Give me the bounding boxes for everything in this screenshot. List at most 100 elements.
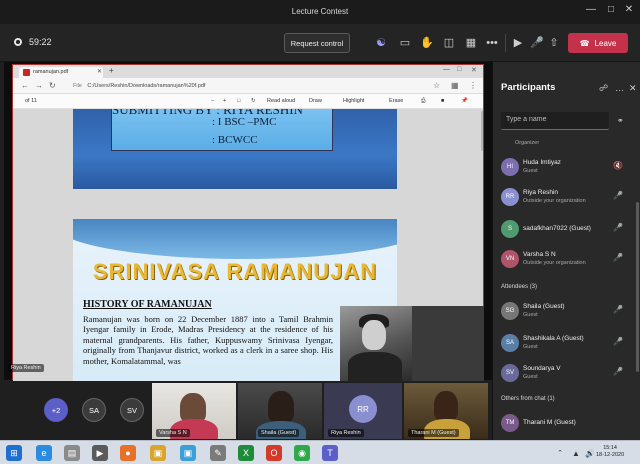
other-avatar: TM: [501, 414, 519, 432]
others-section-header[interactable]: Others from chat (1): [501, 396, 555, 402]
print-icon[interactable]: ⎙: [421, 98, 425, 105]
participant-search-input[interactable]: Type a name: [501, 112, 609, 130]
leave-button[interactable]: ☎ Leave: [568, 33, 628, 53]
video-tile-riya[interactable]: RR Riya Reshin: [324, 383, 402, 439]
phone-icon: ☎: [579, 38, 590, 48]
attendee-row[interactable]: SV Soundarya V Guest 🎤: [493, 360, 640, 386]
chat-icon[interactable]: ▭: [398, 36, 412, 50]
microphone-icon[interactable]: 🎤: [530, 36, 544, 50]
new-tab-icon[interactable]: +: [109, 66, 114, 75]
window-title: Lecture Contest: [291, 7, 349, 16]
collections-icon[interactable]: ▦: [451, 81, 459, 90]
start-icon[interactable]: ⊞: [6, 445, 22, 461]
attendee-avatar: SG: [501, 302, 519, 320]
share-tray-icon[interactable]: ⇧: [547, 36, 561, 50]
browser-maximize-icon[interactable]: □: [457, 66, 461, 73]
fit-page-icon[interactable]: □: [237, 98, 240, 104]
more-actions-icon[interactable]: •••: [485, 36, 499, 50]
read-aloud-button[interactable]: Read aloud: [267, 98, 295, 104]
rooms-icon[interactable]: ◫: [442, 36, 456, 50]
close-icon[interactable]: ✕: [622, 4, 636, 15]
minimize-icon[interactable]: —: [584, 4, 598, 15]
slide-title-page: SUBMITTING BY : RIYA RESHIN : I BSC –PMC…: [73, 109, 397, 189]
panel-close-icon[interactable]: ✕: [629, 83, 637, 94]
store-icon[interactable]: ▣: [180, 445, 196, 461]
favorites-icon[interactable]: ☆: [433, 81, 440, 90]
apps-icon[interactable]: ▦: [464, 36, 478, 50]
paint-icon[interactable]: ✎: [210, 445, 226, 461]
page-indicator: of 11: [25, 98, 37, 104]
slide-title: SRINIVASA RAMANUJAN: [92, 259, 378, 284]
pdf-scrollbar[interactable]: [481, 111, 483, 151]
tray-chevron-icon[interactable]: ⌃: [552, 445, 568, 461]
participant-avatar: VN: [501, 250, 519, 268]
participant-video: [434, 391, 458, 421]
portrait-face: [362, 320, 386, 350]
back-icon[interactable]: ←: [21, 81, 29, 90]
camera-icon[interactable]: ▶: [511, 36, 525, 50]
participant-avatar: S: [501, 220, 519, 238]
attendees-section-header[interactable]: Attendees (3): [501, 284, 537, 290]
refresh-icon[interactable]: ↻: [49, 81, 56, 90]
save-icon[interactable]: ■: [441, 98, 444, 104]
video-tile-varsha[interactable]: Varsha S N: [152, 383, 236, 439]
avatar-bubble-sa[interactable]: SA: [82, 398, 106, 422]
browser-menu-icon[interactable]: ⋮: [469, 81, 477, 90]
browser-address-bar: ← → ↻ File C:/Users/Reshin/Downloads/ram…: [13, 78, 483, 94]
forward-icon[interactable]: →: [35, 81, 43, 90]
address-field[interactable]: File C:/Users/Reshin/Downloads/ramanujan…: [73, 81, 413, 91]
chrome-icon[interactable]: ◉: [294, 445, 310, 461]
draw-button[interactable]: Draw: [309, 98, 322, 104]
other-participant-row[interactable]: TM Tharani M (Guest): [493, 410, 640, 436]
attendee-avatar: SV: [501, 364, 519, 382]
video-tile-tharani[interactable]: Tharani M (Guest): [404, 383, 488, 439]
avatar-bubble-sv[interactable]: SV: [120, 398, 144, 422]
participants-icon[interactable]: ☯: [374, 36, 388, 50]
media-icon[interactable]: ▶: [92, 445, 108, 461]
teams-meeting-window: Lecture Contest — □ ✕ 59:22 Request cont…: [0, 0, 640, 464]
excel-icon[interactable]: X: [238, 445, 254, 461]
video-name-tag: Varsha S N: [156, 429, 190, 437]
file-scheme-label: File: [73, 83, 82, 89]
participant-row[interactable]: RR Riya Reshin Outside your organization…: [493, 184, 640, 210]
file-explorer-icon[interactable]: ▣: [150, 445, 166, 461]
raise-hand-icon[interactable]: ✋: [420, 36, 434, 50]
maximize-icon[interactable]: □: [604, 4, 618, 15]
slide-heading: HISTORY OF RAMANUJAN: [83, 299, 212, 310]
attendee-row[interactable]: SG Shaila (Guest) Guest 🎤: [493, 298, 640, 324]
attendee-row[interactable]: SA Shashikala A (Guest) Guest 🎤: [493, 330, 640, 356]
mic-icon: 🎤: [613, 253, 623, 262]
panel-more-icon[interactable]: …: [615, 83, 624, 93]
rotate-icon[interactable]: ↻: [251, 98, 256, 104]
edge-legacy-icon[interactable]: e: [36, 445, 52, 461]
request-control-button[interactable]: Request control: [284, 33, 350, 53]
attendee-status: Guest: [523, 344, 538, 350]
participant-row[interactable]: HI Huda Imtiyaz Guest 🔇: [493, 154, 640, 180]
browser-close-icon[interactable]: ✕: [471, 66, 477, 74]
browser-tab[interactable]: ramanujan.pdf ✕: [19, 67, 103, 78]
attendee-name: Shashikala A (Guest): [523, 335, 584, 342]
attendee-status: Guest: [523, 312, 538, 318]
tab-close-icon[interactable]: ✕: [97, 68, 102, 75]
taskbar-clock[interactable]: 15:14 18-12-2020: [596, 445, 624, 459]
search-options-icon[interactable]: ⚭: [617, 116, 624, 125]
mic-icon: 🎤: [613, 305, 623, 314]
meeting-timer: 59:22: [14, 37, 52, 47]
zoom-in-icon[interactable]: +: [223, 98, 226, 104]
firefox-icon[interactable]: ●: [120, 445, 136, 461]
panel-scrollbar[interactable]: [636, 202, 639, 372]
zoom-out-icon[interactable]: −: [211, 98, 214, 104]
file-icon[interactable]: ▤: [64, 445, 80, 461]
video-tile-shaila[interactable]: Shaila (Guest): [238, 383, 322, 439]
browser-minimize-icon[interactable]: —: [443, 66, 450, 73]
opera-icon[interactable]: O: [266, 445, 282, 461]
erase-button[interactable]: Erase: [389, 98, 403, 104]
highlight-button[interactable]: Highlight: [343, 98, 364, 104]
participant-row[interactable]: VN Varsha S N Outside your organization …: [493, 246, 640, 272]
mic-icon: 🎤: [613, 367, 623, 376]
teams-icon[interactable]: T: [322, 445, 338, 461]
participant-row[interactable]: S sadafkhan7022 (Guest) 🎤: [493, 216, 640, 242]
overflow-count-bubble[interactable]: +2: [44, 398, 68, 422]
share-invite-icon[interactable]: ☍: [599, 83, 608, 94]
pin-icon[interactable]: 📌: [461, 98, 468, 104]
